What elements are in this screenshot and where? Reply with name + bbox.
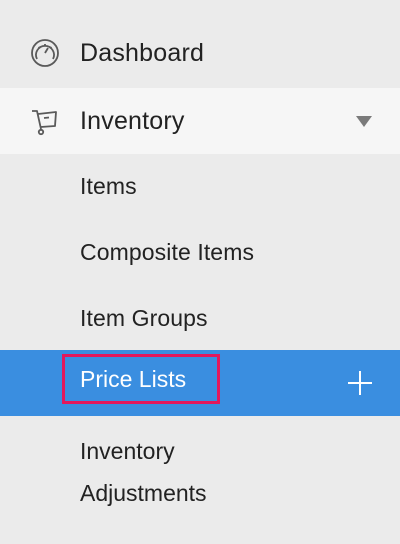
sidebar-subitem-items[interactable]: Items xyxy=(80,173,137,200)
sidebar-subitem-price-lists[interactable]: Price Lists xyxy=(0,350,400,416)
sidebar-subitem-composite-items[interactable]: Composite Items xyxy=(80,239,254,266)
sidebar-subitem-inventory-adjustments[interactable]: Inventory Adjustments xyxy=(80,430,207,514)
dashboard-gauge-icon xyxy=(28,36,62,70)
sidebar-item-label-line1: Inventory xyxy=(80,438,175,464)
price-lists-highlight: Price Lists xyxy=(62,354,220,404)
sidebar-nav: Dashboard Inventory Items Composite Item… xyxy=(0,0,400,544)
sidebar-item-label: Price Lists xyxy=(80,365,187,392)
sidebar-item-inventory[interactable]: Inventory xyxy=(0,88,400,154)
sidebar-subitem-item-groups[interactable]: Item Groups xyxy=(80,305,208,332)
plus-icon[interactable] xyxy=(348,371,372,395)
sidebar-item-label: Inventory xyxy=(80,106,185,135)
cart-icon xyxy=(28,104,62,138)
sidebar-item-label-line2: Adjustments xyxy=(80,480,207,506)
sidebar-item-dashboard[interactable]: Dashboard xyxy=(0,22,400,84)
sidebar-item-label: Dashboard xyxy=(80,38,205,67)
chevron-down-icon[interactable] xyxy=(356,115,372,127)
